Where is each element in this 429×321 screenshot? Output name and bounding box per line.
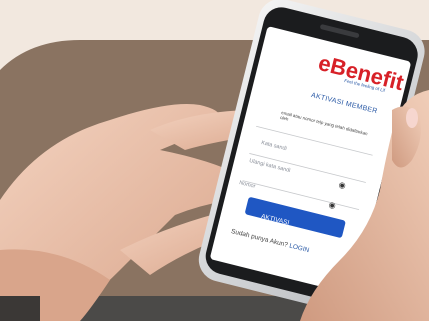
- ebenefit-logo: eBenefit: [315, 50, 407, 96]
- number-placeholder: Nomor: [238, 180, 257, 190]
- confirm-password-input[interactable]: Ulangi kata sandi: [249, 158, 291, 174]
- login-prompt: Sudah punya Akun? LOGIN: [230, 228, 310, 254]
- activate-button[interactable]: AKTIVASI: [260, 213, 290, 227]
- eye-icon[interactable]: ◉: [328, 200, 337, 210]
- password-placeholder: Kata sandi: [260, 140, 288, 153]
- number-input[interactable]: Nomor: [239, 180, 256, 190]
- confirm-password-placeholder: Ulangi kata sandi: [248, 158, 291, 175]
- form-hint: email atau nomor telp yang telah didafta…: [279, 110, 369, 137]
- eye-icon[interactable]: ◉: [338, 180, 347, 190]
- password-input[interactable]: Kata sandi: [261, 140, 288, 152]
- photo-scene: eBenefit Feel the feeling of Lif AKTIVAS…: [0, 0, 429, 321]
- login-link[interactable]: LOGIN: [289, 243, 310, 255]
- phone-screen-content: eBenefit Feel the feeling of Lif AKTIVAS…: [0, 0, 429, 321]
- login-prompt-text: Sudah punya Akun?: [230, 228, 289, 249]
- page-title: AKTIVASI MEMBER: [310, 92, 379, 116]
